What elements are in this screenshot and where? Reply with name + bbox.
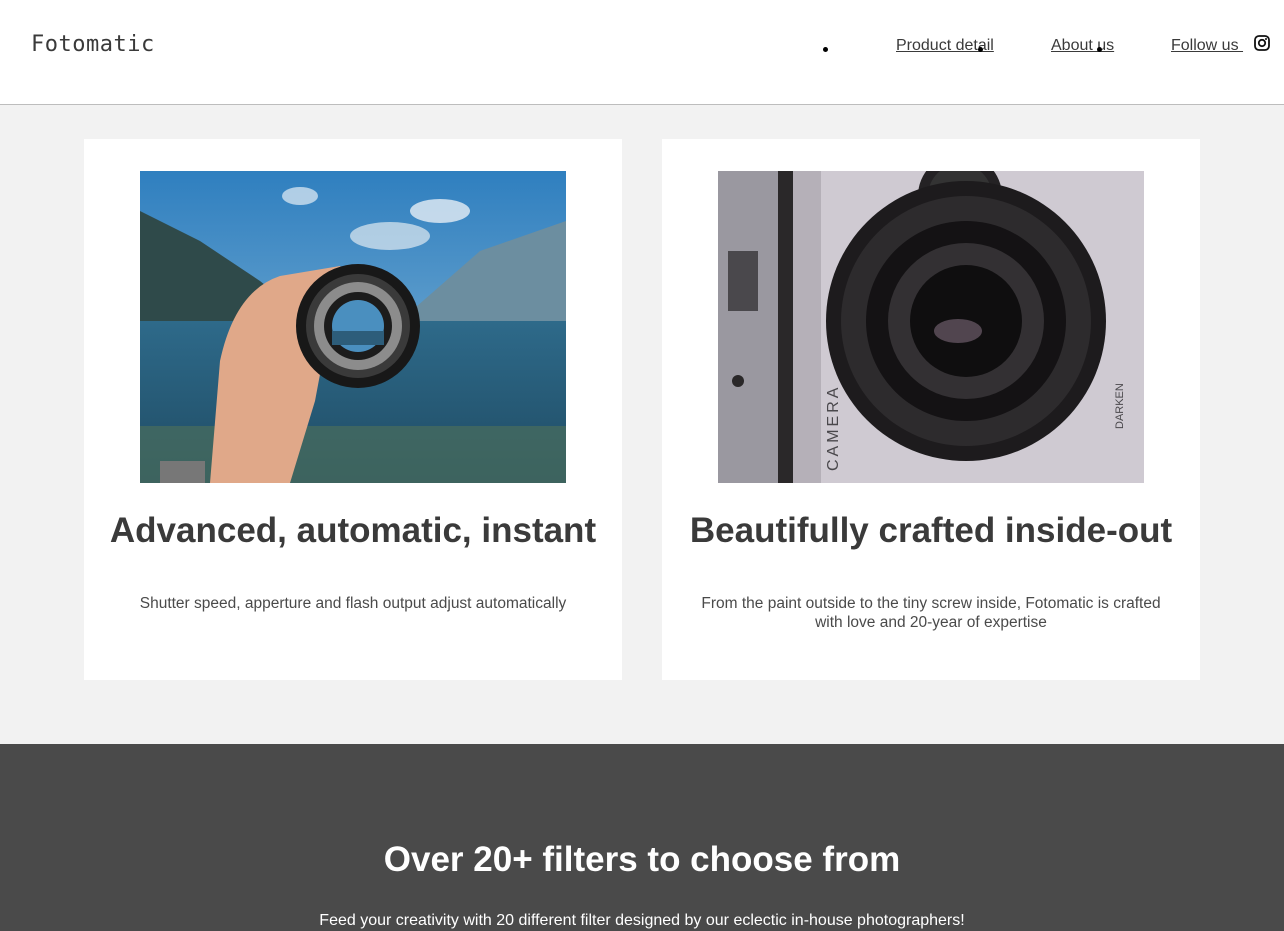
features-section: Advanced, automatic, instant Shutter spe… <box>0 105 1284 744</box>
filters-description: Feed your creativity with 20 different f… <box>319 912 965 929</box>
nav-bullet-decoration <box>978 47 983 52</box>
feature-description: Shutter speed, apperture and flash outpu… <box>139 595 567 612</box>
nav-bullet-decoration <box>1097 47 1102 52</box>
feature-title: Advanced, automatic, instant <box>109 511 597 550</box>
site-header: Fotomatic Product detail About us Follow… <box>0 0 1284 105</box>
nav-bullet-decoration <box>823 47 828 52</box>
filters-title: Over 20+ filters to choose from <box>383 840 901 879</box>
feature-card: CAMERA DARKEN Beautifully crafted inside… <box>662 139 1200 680</box>
filters-section: Over 20+ filters to choose from Feed you… <box>0 744 1284 931</box>
feature-description: From the paint outside to the tiny screw… <box>701 595 1161 631</box>
feature-card: Advanced, automatic, instant Shutter spe… <box>84 139 622 680</box>
instagram-icon[interactable] <box>1254 35 1270 51</box>
svg-text:DARKEN: DARKEN <box>1114 383 1126 429</box>
feature-title: Beautifully crafted inside-out <box>689 511 1173 550</box>
site-logo[interactable]: Fotomatic <box>31 32 155 57</box>
feature-image-camera: CAMERA DARKEN <box>718 171 1144 483</box>
feature-image-lens <box>140 171 566 483</box>
nav-link-about-us[interactable]: About us <box>1051 37 1114 55</box>
nav-link-product-detail[interactable]: Product detail <box>896 37 994 55</box>
nav-link-follow-us[interactable]: Follow us <box>1171 37 1243 55</box>
svg-text:CAMERA: CAMERA <box>825 385 842 471</box>
